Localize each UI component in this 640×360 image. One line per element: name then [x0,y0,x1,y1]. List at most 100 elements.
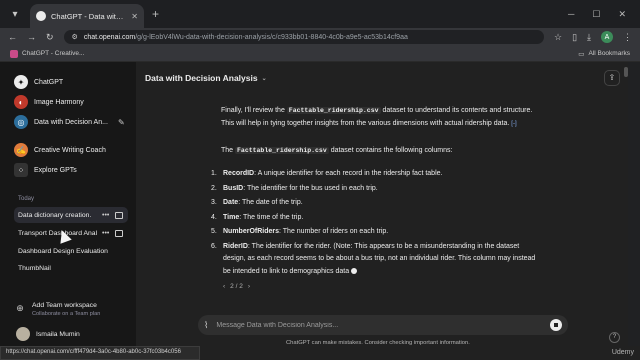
maximize-icon[interactable]: ☐ [592,9,600,20]
message-input[interactable] [216,321,542,329]
back-icon[interactable]: ← [8,32,17,42]
sidebar-item-chatgpt[interactable]: ✦ ChatGPT [14,75,63,89]
new-tab-button[interactable]: + [152,7,159,21]
help-button[interactable]: ? [609,332,620,343]
sidebar-item-writing-coach[interactable]: ✍ Creative Writing Coach [14,143,106,157]
column-name: BusID [223,184,244,192]
user-profile[interactable]: Ismaila Mumin [16,327,80,341]
list-number: 1. [211,170,217,177]
browser-tab[interactable]: ChatGPT - Data with Decision A ✕ [30,4,144,28]
tab-search-icon[interactable]: ▾ [6,5,24,23]
assistant-paragraph-2: The Facttable_ridership.csv dataset cont… [221,145,539,158]
chat-main: Data with Decision Analysis ⌄ ⇪ Finally,… [136,62,628,346]
openai-logo-icon: ✦ [14,75,28,89]
list-item: 1. RecordID: A unique identifier for each… [211,168,541,181]
sidebar-item-data-decision[interactable]: ◎ Data with Decision An... ✎ [14,115,125,129]
column-name: Time [223,213,240,221]
team-subtitle: Collaborate on a Team plan [32,311,101,317]
section-today: Today [18,196,35,202]
sidebar-item-explore[interactable]: ⁘ Explore GPTs [14,163,77,177]
column-desc: : The time of the trip. [239,213,304,221]
team-title: Add Team workspace [32,302,97,309]
share-icon: ⇪ [608,73,616,82]
user-name: Ismaila Mumin [36,330,80,338]
next-response-button[interactable]: › [248,283,250,290]
window-controls: ─ ☐ ✕ [568,9,640,20]
more-options-icon[interactable]: ••• [102,212,109,219]
sidebar-item-image-harmony[interactable]: ◐ Image Harmony [14,95,84,109]
grid-icon: ⁘ [14,163,28,177]
stop-icon [554,323,558,327]
bottom-strip [200,346,640,360]
column-name: NumberOfRiders [223,228,280,235]
stop-generating-button[interactable] [550,319,562,331]
conversation-item[interactable]: Dashboard Design Evaluation [14,243,128,259]
chevron-down-icon: ⌄ [261,75,267,82]
sidebar-toggle-icon[interactable]: ▯ [572,32,577,43]
column-desc: : The identifier for the bus used in eac… [243,184,378,192]
inline-code: Facttable_ridership.csv [235,147,329,154]
conversation-item[interactable]: ThumbNail [14,260,128,276]
sidebar-item-label: Data with Decision An... [34,118,108,126]
sidebar-item-label: Explore GPTs [34,166,77,174]
assistant-paragraph-1: Finally, I'll review the Facttable_rider… [221,105,539,130]
minimize-icon[interactable]: ─ [568,9,574,20]
tab-close-icon[interactable]: ✕ [131,12,138,21]
new-chat-icon[interactable]: ✎ [118,118,125,127]
column-name: RecordID [223,170,255,177]
url-field[interactable]: ⚙ chat.openai.com/g/g-lEobV4lWu-data-wit… [63,30,544,44]
browser-tab-bar: ▾ ChatGPT - Data with Decision A ✕ + ─ ☐… [0,0,640,28]
inline-code: Facttable_ridership.csv [286,107,381,114]
gpt-title-dropdown[interactable]: Data with Decision Analysis ⌄ [145,73,267,83]
list-number: 4. [211,213,217,221]
streaming-cursor-icon [351,267,358,274]
page-title: Data with Decision Analysis [145,73,258,83]
list-item: 4. Time: The time of the trip. [211,212,541,225]
forward-icon[interactable]: → [27,32,36,42]
url-host: chat.openai.com [83,33,136,41]
download-icon[interactable]: ⤓ [587,32,591,43]
chat-sidebar: ✦ ChatGPT ◐ Image Harmony ◎ Data with De… [0,62,136,346]
conversation-item[interactable]: Data dictionary creation. ••• [14,207,128,223]
data-decision-avatar-icon: ◎ [14,115,28,129]
column-name: Date [223,199,239,206]
folder-icon: ▭ [578,50,585,58]
list-item: 6. RiderID: The identifier for the rider.… [211,241,541,279]
archive-icon[interactable] [115,211,124,219]
list-number: 3. [211,199,217,206]
text: dataset contains the following columns: [330,147,453,154]
list-number: 6. [211,242,217,250]
list-number: 2. [211,184,217,192]
list-item: 5. NumberOfRiders: The number of riders o… [211,226,541,239]
url-path: /g/g-lEobV4lWu-data-with-decision-analys… [135,33,408,41]
browser-menu-icon[interactable]: ⋮ [623,32,632,43]
prev-response-button[interactable]: ‹ [223,283,225,290]
profile-avatar[interactable]: A [601,31,613,43]
message-composer: ⌇ [198,315,568,335]
column-desc: : The date of the trip. [238,199,303,206]
close-window-icon[interactable]: ✕ [618,9,626,20]
add-team-workspace[interactable]: ⊕ Add Team workspace Collaborate on a Te… [14,302,100,317]
address-bar-row: ← → ↻ ⚙ chat.openai.com/g/g-lEobV4lWu-da… [0,28,640,46]
sidebar-item-label: Creative Writing Coach [34,146,106,154]
bookmark-item[interactable]: ChatGPT - Creative... [10,49,84,58]
sidebar-item-label: ChatGPT [34,78,64,86]
bookmark-favicon-icon [10,49,18,58]
site-info-icon[interactable]: ⚙ [72,33,78,41]
column-desc: : The number of riders on each trip. [279,228,389,235]
column-list: 1. RecordID: A unique identifier for each… [211,168,541,280]
bookmark-star-icon[interactable]: ☆ [554,32,562,43]
plus-circle-icon: ⊕ [16,303,24,313]
column-desc: : The identifier for the rider. (Note: T… [223,242,536,275]
attach-paperclip-icon[interactable]: ⌇ [204,320,208,331]
scrollbar[interactable] [624,67,628,77]
more-options-icon[interactable]: ••• [102,230,109,237]
analysis-link[interactable]: [-] [511,121,516,127]
list-number: 5. [211,228,217,235]
column-name: RiderID [223,242,248,250]
pager-count: 2 / 2 [230,283,243,290]
share-button[interactable]: ⇪ [604,70,620,86]
archive-icon[interactable] [115,229,124,237]
all-bookmarks-button[interactable]: ▭ All Bookmarks [578,50,630,58]
reload-icon[interactable]: ↻ [46,32,54,43]
